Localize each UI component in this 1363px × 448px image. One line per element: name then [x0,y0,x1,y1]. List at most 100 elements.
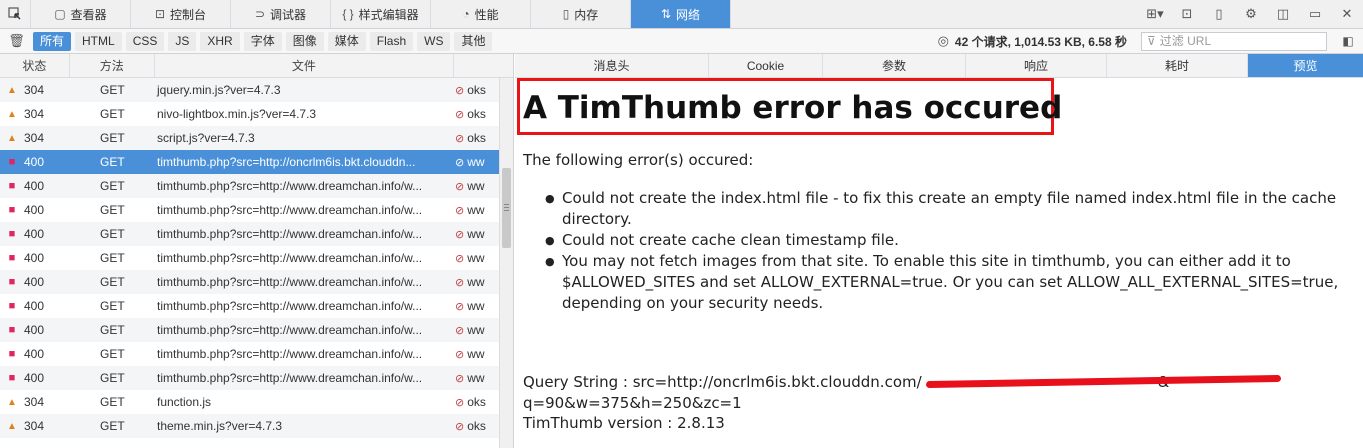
table-row[interactable]: ■ 400 GET timthumb.php?src=http://www.dream… [0,366,513,390]
domain-cell: ⊘ ww [455,179,499,193]
domain-cell: ⊘ ww [455,275,499,289]
filter-type-button[interactable]: 字体 [243,31,282,51]
status-code: 304 [24,107,45,121]
url-filter-input[interactable] [1159,34,1310,48]
details-tab[interactable]: 响应 [966,54,1107,77]
status-cell: ▲ 304 [0,395,70,409]
table-row[interactable]: ▲ 304 GET function.js ⊘ oks [0,390,513,414]
table-row[interactable]: ■ 400 GET timthumb.php?src=http://www.dream… [0,294,513,318]
warning-triangle-icon: ▲ [7,132,17,144]
details-tab[interactable]: Cookie [709,54,823,77]
domain-text: ww [467,347,485,361]
status-cell: ▲ 304 [0,107,70,121]
table-row[interactable]: ■ 400 GET timthumb.php?src=http://oncrlm6is… [0,150,513,174]
filter-type-button[interactable]: 图像 [285,31,324,51]
table-row[interactable]: ▲ 304 GET script.js?ver=4.7.3 ⊘ oks [0,126,513,150]
file-cell: timthumb.php?src=http://www.dreamchan.in… [157,347,423,361]
request-rows: ▲ 304 GET jquery.min.js?ver=4.7.3 ⊘ oks ▲ 304 GE… [0,78,513,438]
insecure-lock-icon: ⊘ [455,156,465,169]
insecure-lock-icon: ⊘ [455,228,465,241]
scrollbar-thumb[interactable] [502,168,511,248]
settings-icon[interactable]: ⚙ [1235,0,1267,29]
filter-type-button[interactable]: CSS [125,31,165,51]
insecure-lock-icon: ⊘ [455,420,465,433]
table-row[interactable]: ■ 400 GET timthumb.php?src=http://www.dream… [0,270,513,294]
tab-memory[interactable]: ▯ 内存 [531,0,631,28]
table-row[interactable]: ▲ 304 GET jquery.min.js?ver=4.7.3 ⊘ oks [0,78,513,102]
filter-type-button[interactable]: XHR [200,31,240,51]
tab-inspector[interactable]: ▢ 查看器 [31,0,131,28]
domain-cell: ⊘ oks [455,395,499,409]
tab-style-editor[interactable]: { } 样式编辑器 [331,0,431,28]
error-square-icon: ■ [8,324,16,336]
domain-text: ww [467,227,485,241]
filter-type-button[interactable]: 媒体 [327,31,366,51]
error-item: You may not fetch images from that site.… [523,251,1359,314]
toggle-sidebar-icon[interactable]: ◧ [1333,34,1363,48]
tab-console[interactable]: ⊡ 控制台 [131,0,231,28]
column-status[interactable]: 状态 [0,54,70,77]
domain-text: ww [467,371,485,385]
request-list-header: 状态 方法 文件 [0,54,513,78]
insecure-lock-icon: ⊘ [455,252,465,265]
filter-type-button[interactable]: Flash [369,31,414,51]
filter-type-button[interactable]: 其他 [454,31,493,51]
column-domain[interactable] [454,54,513,77]
table-row[interactable]: ▲ 304 GET theme.min.js?ver=4.7.3 ⊘ oks [0,414,513,438]
warning-triangle-icon: ▲ [7,396,17,408]
trash-icon[interactable]: 🗑 [0,33,33,49]
request-list-scrollbar[interactable] [499,78,513,448]
element-picker-icon[interactable] [0,0,31,28]
close-icon[interactable]: ✕ [1331,0,1363,29]
table-row[interactable]: ■ 400 GET timthumb.php?src=http://www.dream… [0,342,513,366]
details-tab[interactable]: 参数 [823,54,966,77]
error-square-icon: ■ [8,204,16,216]
method-cell: GET [100,395,125,409]
domain-text: oks [467,107,486,121]
method-cell: GET [100,251,125,265]
dock-icon[interactable]: ◫ [1267,0,1299,29]
filter-type-button[interactable]: 所有 [33,31,72,51]
domain-cell: ⊘ oks [455,107,499,121]
url-filter-field[interactable]: ⊽ [1141,31,1327,51]
insecure-lock-icon: ⊘ [455,300,465,313]
status-code: 400 [24,179,45,193]
file-cell: theme.min.js?ver=4.7.3 [157,419,283,433]
warning-triangle-icon: ▲ [7,84,17,96]
responsive-mode-icon[interactable]: ⊞▾ [1139,0,1171,29]
method-cell: GET [100,155,125,169]
table-row[interactable]: ■ 400 GET timthumb.php?src=http://www.dream… [0,318,513,342]
style-editor-icon: { } [342,7,354,21]
tab-performance[interactable]: ◔ 性能 [431,0,531,28]
table-row[interactable]: ■ 400 GET timthumb.php?src=http://www.dream… [0,174,513,198]
table-row[interactable]: ▲ 304 GET nivo-lightbox.min.js?ver=4.7.3 ⊘ ok… [0,102,513,126]
details-tab[interactable]: 预览 [1248,54,1363,77]
column-file[interactable]: 文件 [155,54,455,77]
tab-network[interactable]: ⇅ 网络 [631,0,731,28]
file-cell: timthumb.php?src=http://www.dreamchan.in… [157,227,423,241]
error-item: Could not create cache clean timestamp f… [523,230,1359,251]
undock-icon[interactable]: ▭ [1299,0,1331,29]
filter-type-button[interactable]: JS [168,31,197,51]
device-icon[interactable]: ▯ [1203,0,1235,29]
status-cell: ▲ 304 [0,131,70,145]
table-row[interactable]: ■ 400 GET timthumb.php?src=http://www.dream… [0,222,513,246]
split-console-icon[interactable]: ⊡ [1171,0,1203,29]
status-cell: ■ 400 [0,371,70,385]
tab-debugger[interactable]: ⊃ 调试器 [231,0,331,28]
details-tab[interactable]: 耗时 [1107,54,1248,77]
column-method[interactable]: 方法 [70,54,155,77]
table-row[interactable]: ■ 400 GET timthumb.php?src=http://www.dream… [0,246,513,270]
tab-label: 内存 [574,7,599,22]
insecure-lock-icon: ⊘ [455,204,465,217]
file-cell: timthumb.php?src=http://www.dreamchan.in… [157,275,423,289]
domain-cell: ⊘ ww [455,227,499,241]
filter-type-button[interactable]: WS [417,31,451,51]
filter-type-button[interactable]: HTML [75,31,122,51]
status-cell: ▲ 304 [0,419,70,433]
table-row[interactable]: ■ 400 GET timthumb.php?src=http://www.dream… [0,198,513,222]
status-cell: ■ 400 [0,155,70,169]
file-cell: timthumb.php?src=http://www.dreamchan.in… [157,203,423,217]
status-code: 304 [24,395,45,409]
details-tab[interactable]: 消息头 [515,54,709,77]
